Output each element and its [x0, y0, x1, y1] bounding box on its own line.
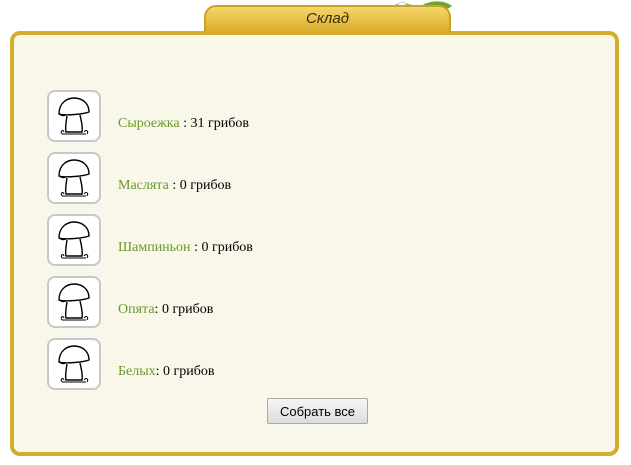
- list-item: Шампиньон : 0 грибов: [47, 214, 387, 266]
- item-name: Маслята: [118, 178, 169, 193]
- mushroom-icon: [47, 90, 101, 142]
- list-item: Маслята : 0 грибов: [47, 152, 387, 204]
- item-label: Опята: 0 грибов: [118, 302, 213, 318]
- item-separator: :: [168, 178, 180, 193]
- mushroom-icon: [47, 276, 101, 328]
- item-name: Белых: [118, 364, 156, 379]
- list-item: Опята: 0 грибов: [47, 276, 387, 328]
- list-item: Белых: 0 грибов: [47, 338, 387, 390]
- item-count: 0 грибов: [161, 302, 214, 317]
- window-title: Склад: [305, 10, 349, 27]
- item-separator: :: [154, 302, 162, 317]
- item-separator: :: [190, 240, 202, 255]
- item-count: 0 грибов: [163, 364, 215, 379]
- window-title-tab: Склад: [204, 5, 451, 33]
- mushroom-icon: [47, 214, 101, 266]
- item-label: Шампиньон : 0 грибов: [118, 240, 253, 256]
- mushroom-icon: [47, 152, 101, 204]
- item-name: Сыроежка: [118, 116, 180, 131]
- item-separator: :: [155, 364, 164, 379]
- collect-all-button[interactable]: Собрать все: [267, 398, 368, 424]
- item-label: Сыроежка : 31 грибов: [118, 116, 249, 132]
- list-item: Сыроежка : 31 грибов: [47, 90, 387, 142]
- item-count: 0 грибов: [201, 240, 253, 255]
- storage-panel: Сыроежка : 31 грибов Маслята : 0 грибов: [10, 31, 619, 456]
- item-name: Шампиньон: [118, 240, 191, 255]
- item-count: 31 грибов: [190, 116, 249, 131]
- mushroom-icon: [47, 338, 101, 390]
- item-name: Опята: [118, 302, 155, 317]
- item-label: Маслята : 0 грибов: [118, 178, 231, 194]
- item-label: Белых: 0 грибов: [118, 364, 215, 380]
- item-separator: :: [179, 116, 191, 131]
- item-count: 0 грибов: [179, 178, 232, 193]
